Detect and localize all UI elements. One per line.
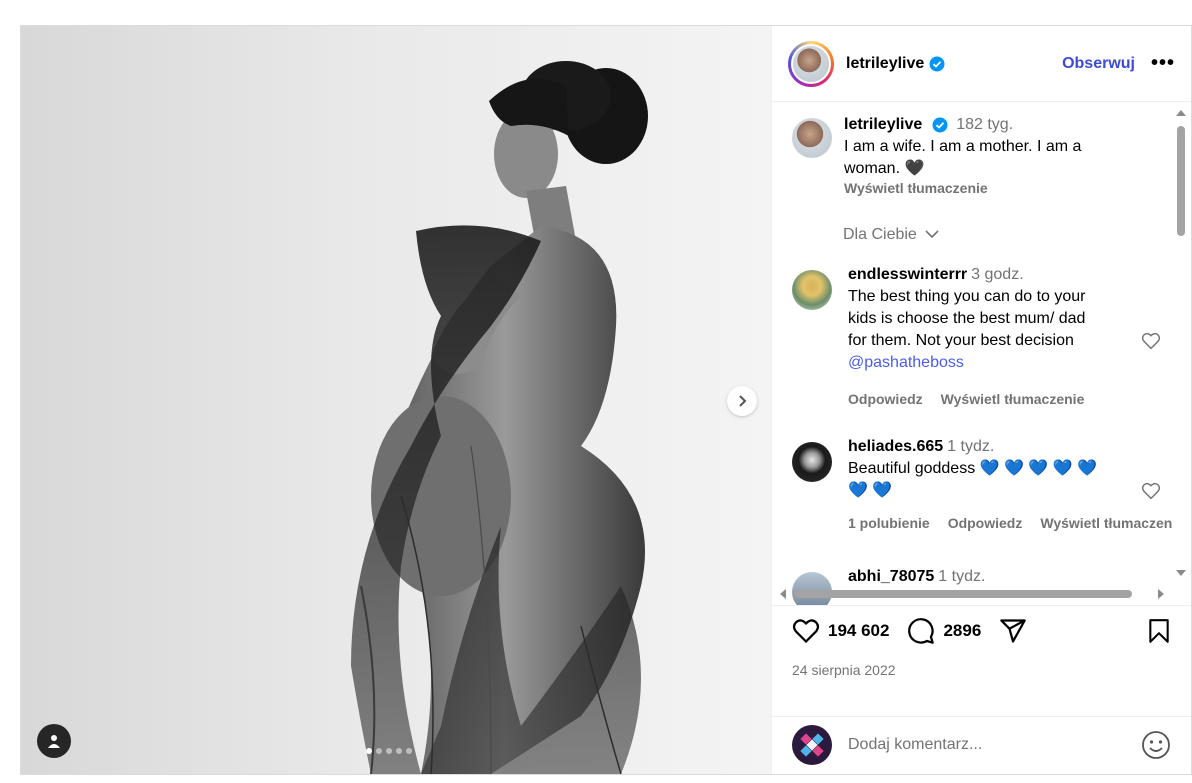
post-dialog: letrileylive Obserwuj ••• letrileylive 1… [20,25,1192,775]
tagged-users-button[interactable] [37,724,71,758]
like-heart-icon[interactable] [792,618,820,644]
caption: letrileylive 182 tyg. I am a wife. I am … [792,116,1161,196]
avatar [800,733,824,757]
scroll-down-icon[interactable] [1175,568,1187,578]
comment-filter-dropdown[interactable]: Dla Ciebie [843,226,939,244]
carousel-dot [376,748,382,754]
avatar[interactable] [792,118,832,158]
comment-time[interactable]: 1 tydz. [938,568,985,585]
comment-text-line: Beautiful goddess 💙 💙 💙 💙 💙 [848,460,1098,477]
follow-button[interactable]: Obserwuj [1062,55,1135,73]
scroll-up-icon[interactable] [1175,108,1187,118]
avatar [791,43,831,84]
carousel-indicator [366,748,412,754]
emoji-icon[interactable] [1141,730,1171,760]
share-send-icon[interactable] [999,618,1027,644]
next-slide-button[interactable] [727,386,757,416]
add-comment-bar: Dodaj komentarz... [772,716,1191,774]
caption-time[interactable]: 182 tyg. [956,116,1013,133]
post-photo [351,61,648,774]
like-comment-icon[interactable] [1141,332,1161,350]
chevron-down-icon [925,230,939,239]
comment-icon[interactable] [907,617,935,645]
comment-username[interactable]: endlesswinterrr [848,266,967,283]
carousel-dot [396,748,402,754]
carousel-dot [386,748,392,754]
scrollbar-thumb[interactable] [794,590,1132,598]
chevron-right-icon [739,395,747,407]
filter-label: Dla Ciebie [843,226,917,243]
person-icon [48,735,60,748]
comment-time[interactable]: 1 tydz. [947,438,994,455]
verified-badge-icon [932,117,948,133]
verified-badge-icon [929,56,945,72]
caption-text-line: woman. 🖤 [844,160,925,177]
likes-count[interactable]: 194 602 [828,621,889,641]
more-options-icon[interactable]: ••• [1151,52,1175,75]
comment-text-line: The best thing you can do to your [848,288,1086,305]
post-header: letrileylive Obserwuj ••• [772,26,1191,102]
comment-text-line: kids is choose the best mum/ dad [848,310,1086,327]
comment-item: endlesswinterrr 3 godz. The best thing yo… [792,266,1161,410]
comment-text-line: for them. Not your best decision [848,332,1074,349]
comment-username[interactable]: heliades.665 [848,438,943,455]
translate-link[interactable]: Wyświetl tłumaczenie [941,391,1085,407]
post-media [21,26,771,774]
reply-button[interactable]: Odpowiedz [848,391,923,407]
scrollbar-thumb[interactable] [1177,126,1185,236]
comment-text-line: 💙 💙 [848,482,893,499]
translate-link[interactable]: Wyświetl tłumaczen [1040,515,1172,531]
comment-likes[interactable]: 1 polubienie [848,515,930,531]
caption-text-line: I am a wife. I am a mother. I am a [844,138,1082,155]
vertical-scrollbar[interactable] [1175,102,1187,577]
horizontal-scrollbar[interactable] [772,586,1172,600]
carousel-dot [366,748,372,754]
author-avatar-ring[interactable] [788,40,834,87]
avatar[interactable] [792,442,832,482]
comment-item: heliades.665 1 tydz. Beautiful goddess 💙 … [792,438,1172,534]
scroll-left-icon[interactable] [778,588,788,600]
comment-time[interactable]: 3 godz. [971,266,1023,283]
avatar[interactable] [792,270,832,310]
comments-count[interactable]: 2896 [943,621,981,641]
scroll-right-icon[interactable] [1156,588,1166,600]
comment-username[interactable]: abhi_78075 [848,568,934,585]
caption-username[interactable]: letrileylive [844,116,922,133]
post-actions: 194 602 2896 24 sierpnia 2022 [772,606,1191,678]
current-user-avatar[interactable] [792,725,832,765]
comments-list[interactable]: letrileylive 182 tyg. I am a wife. I am … [772,102,1191,605]
mention-link[interactable]: @pashatheboss [848,352,1102,374]
reply-button[interactable]: Odpowiedz [948,515,1023,531]
add-comment-input[interactable]: Dodaj komentarz... [848,736,982,754]
carousel-dot [406,748,412,754]
like-comment-icon[interactable] [1141,482,1161,500]
bookmark-icon[interactable] [1147,618,1171,644]
post-date[interactable]: 24 sierpnia 2022 [792,662,1171,678]
post-sidebar: letrileylive Obserwuj ••• letrileylive 1… [771,26,1191,774]
author-username[interactable]: letrileylive [846,55,924,73]
translate-link[interactable]: Wyświetl tłumaczenie [844,180,1081,196]
